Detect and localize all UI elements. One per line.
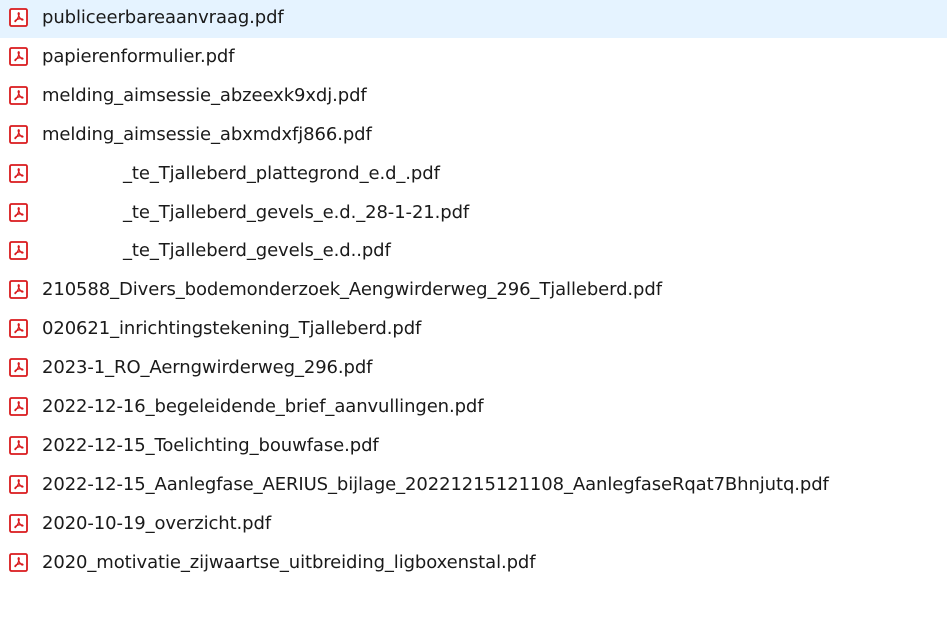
pdf-file-icon xyxy=(9,474,28,494)
file-name: 2020-10-19_overzicht.pdf xyxy=(42,512,272,534)
file-item[interactable]: 2020_motivatie_zijwaartse_uitbreiding_li… xyxy=(0,545,947,583)
file-item[interactable]: melding_aimsessie_abxmdxfj866.pdf xyxy=(0,117,947,155)
file-item[interactable]: 2020-10-19_overzicht.pdf xyxy=(0,506,947,544)
file-name: melding_aimsessie_abzeexk9xdj.pdf xyxy=(42,84,367,106)
pdf-file-icon xyxy=(9,85,28,105)
file-item[interactable]: 020621_inrichtingstekening_Tjalleberd.pd… xyxy=(0,311,947,349)
file-list: publiceerbareaanvraag.pdf papierenformuli… xyxy=(0,0,947,625)
file-name: 2022-12-15_Toelichting_bouwfase.pdf xyxy=(42,434,379,456)
file-name: papierenformulier.pdf xyxy=(42,45,235,67)
file-item[interactable]: publiceerbareaanvraag.pdf xyxy=(0,0,947,38)
file-item[interactable]: 2023-1_RO_Aerngwirderweg_296.pdf xyxy=(0,350,947,388)
file-item[interactable]: _te_Tjalleberd_plattegrond_e.d_.pdf xyxy=(0,156,947,194)
file-name: 2022-12-15_Aanlegfase_AERIUS_bijlage_202… xyxy=(42,473,829,495)
pdf-file-icon xyxy=(9,435,28,455)
file-item[interactable]: 2022-12-15_Toelichting_bouwfase.pdf xyxy=(0,428,947,466)
file-name: melding_aimsessie_abxmdxfj866.pdf xyxy=(42,123,372,145)
pdf-file-icon xyxy=(9,513,28,533)
file-name: 2020_motivatie_zijwaartse_uitbreiding_li… xyxy=(42,551,536,573)
file-item[interactable]: 210588_Divers_bodemonderzoek_Aengwirderw… xyxy=(0,272,947,310)
file-item[interactable]: 2022-12-16_begeleidende_brief_aanvulling… xyxy=(0,389,947,427)
file-item[interactable]: melding_aimsessie_abzeexk9xdj.pdf xyxy=(0,78,947,116)
pdf-file-icon xyxy=(9,8,28,27)
file-name: _te_Tjalleberd_gevels_e.d._28-1-21.pdf xyxy=(123,201,470,223)
pdf-file-icon xyxy=(9,46,28,66)
pdf-file-icon xyxy=(9,397,28,416)
pdf-file-icon xyxy=(9,280,28,300)
pdf-file-icon xyxy=(9,163,28,183)
file-item[interactable]: papierenformulier.pdf xyxy=(0,39,947,77)
file-name: 2022-12-16_begeleidende_brief_aanvulling… xyxy=(42,396,484,417)
pdf-file-icon xyxy=(9,358,28,377)
pdf-file-icon xyxy=(9,202,28,222)
file-item[interactable]: 2022-12-15_Aanlegfase_AERIUS_bijlage_202… xyxy=(0,467,947,505)
file-name: 2023-1_RO_Aerngwirderweg_296.pdf xyxy=(42,357,373,379)
file-name: _te_Tjalleberd_gevels_e.d..pdf xyxy=(123,240,391,262)
file-name: publiceerbareaanvraag.pdf xyxy=(42,7,284,28)
pdf-file-icon xyxy=(9,319,28,339)
file-name: 210588_Divers_bodemonderzoek_Aengwirderw… xyxy=(42,279,662,301)
file-name: 020621_inrichtingstekening_Tjalleberd.pd… xyxy=(42,318,422,340)
file-name: _te_Tjalleberd_plattegrond_e.d_.pdf xyxy=(123,162,440,184)
file-item[interactable]: _te_Tjalleberd_gevels_e.d..pdf xyxy=(0,233,947,271)
pdf-file-icon xyxy=(9,124,28,144)
file-item[interactable]: _te_Tjalleberd_gevels_e.d._28-1-21.pdf xyxy=(0,195,947,233)
pdf-file-icon xyxy=(9,552,28,572)
pdf-file-icon xyxy=(9,241,28,261)
